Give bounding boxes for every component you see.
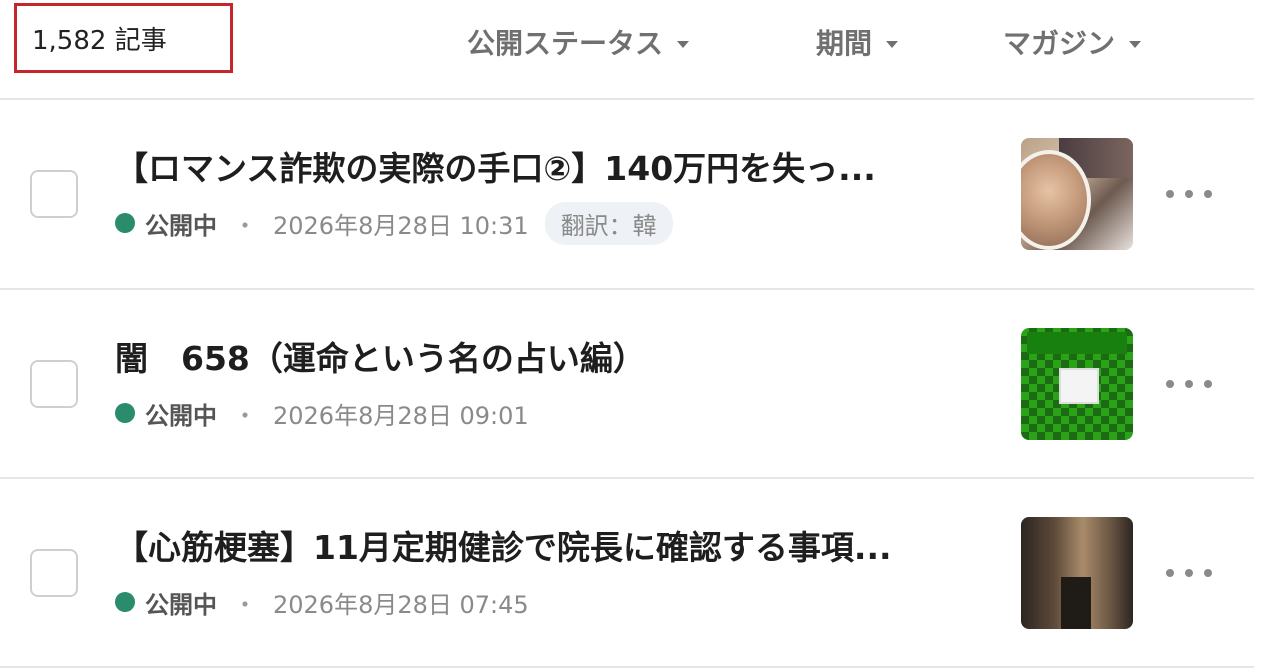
status-label: 公開中 [145, 401, 217, 430]
article-count-label: 1,582 記事 [32, 25, 167, 56]
more-horizontal-icon[interactable] [1166, 561, 1212, 585]
more-horizontal-icon[interactable] [1166, 372, 1212, 396]
article-row: 【ロマンス詐欺の実際の手口②】140万円を失っ... 公開中 ・ 2026年8月… [0, 100, 1254, 290]
meta-separator: ・ [233, 211, 257, 240]
article-meta: 公開中 ・ 2026年8月28日 07:45 [115, 582, 529, 622]
status-dot-icon [115, 592, 135, 612]
filter-magazine-label: マガジン [1003, 27, 1116, 60]
filter-magazine[interactable]: マガジン [1003, 22, 1142, 62]
article-meta: 公開中 ・ 2026年8月28日 10:31 翻訳：韓 [115, 201, 673, 245]
caret-down-icon [677, 40, 690, 48]
select-checkbox[interactable] [30, 170, 78, 218]
filter-bar: 1,582 記事 公開ステータス 期間 マガジン [0, 0, 1254, 100]
caret-down-icon [886, 40, 899, 48]
article-meta: 公開中 ・ 2026年8月28日 09:01 [115, 393, 529, 433]
article-title[interactable]: 【ロマンス詐欺の実際の手口②】140万円を失っ... [115, 142, 995, 190]
article-row: 闇 658（運命という名の占い編） 公開中 ・ 2026年8月28日 09:01 [0, 290, 1254, 479]
thumbnail-shape [1027, 332, 1127, 354]
status-dot-icon [115, 403, 135, 423]
article-count: 1,582 記事 [14, 3, 233, 73]
article-list-page: 1,582 記事 公開ステータス 期間 マガジン 【ロマンス詐欺の実際の手口②】… [0, 0, 1280, 670]
status-label: 公開中 [145, 590, 217, 619]
select-checkbox[interactable] [30, 360, 78, 408]
article-thumbnail[interactable] [1021, 517, 1133, 629]
meta-separator: ・ [233, 401, 257, 430]
publish-date: 2026年8月28日 10:31 [273, 211, 529, 240]
select-checkbox[interactable] [30, 549, 78, 597]
filter-publish-status-label: 公開ステータス [467, 27, 664, 60]
filter-period-label: 期間 [816, 27, 873, 60]
article-title[interactable]: 闇 658（運命という名の占い編） [115, 332, 995, 380]
filter-period[interactable]: 期間 [816, 22, 899, 62]
caret-down-icon [1129, 40, 1142, 48]
thumbnail-shape [1061, 577, 1091, 629]
article-row: 【心筋梗塞】11月定期健診で院長に確認する事項... 公開中 ・ 2026年8月… [0, 479, 1254, 668]
article-thumbnail[interactable] [1021, 138, 1133, 250]
publish-date: 2026年8月28日 09:01 [273, 401, 529, 430]
translation-tag: 翻訳：韓 [544, 201, 673, 245]
thumbnail-card [1059, 368, 1099, 404]
status-dot-icon [115, 213, 135, 233]
more-horizontal-icon[interactable] [1166, 182, 1212, 206]
publish-date: 2026年8月28日 07:45 [273, 590, 529, 619]
article-title[interactable]: 【心筋梗塞】11月定期健診で院長に確認する事項... [115, 521, 995, 569]
filter-publish-status[interactable]: 公開ステータス [467, 22, 690, 62]
status-label: 公開中 [145, 211, 217, 240]
meta-separator: ・ [233, 590, 257, 619]
article-thumbnail[interactable] [1021, 328, 1133, 440]
